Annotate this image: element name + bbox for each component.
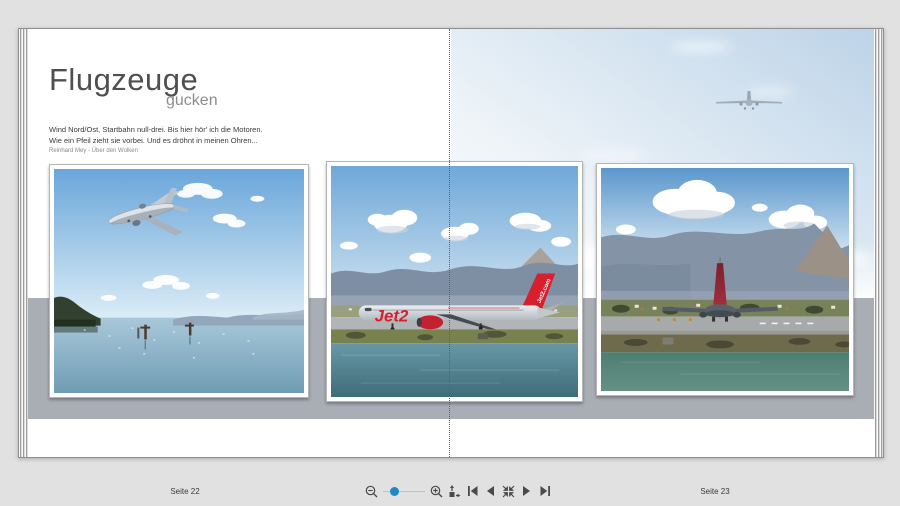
photo-plane-overhead[interactable] [49,164,309,398]
statusbar: Seite 22 Seite 23 [0,478,900,506]
page-subtitle: gucken [166,93,218,109]
previous-page-icon[interactable] [484,485,497,498]
fit-view-icon[interactable] [502,485,515,498]
photobook-editor-window: Flugzeuge gucken Wind Nord/Ost, Startbah… [0,0,900,506]
body-text-block[interactable]: Wind Nord/Ost, Startbahn null-drei. Bis … [49,125,263,155]
zoom-out-icon[interactable] [365,485,378,498]
photo-plane-rear-view[interactable] [596,163,854,396]
zoom-slider-handle[interactable] [390,487,399,496]
approaching-airplane-photo [714,85,784,115]
photo-jet2-on-runway[interactable]: Jet2.com Jet2 [326,161,583,402]
page-title-block[interactable]: Flugzeuge gucken [49,63,218,109]
page-stack-edge-left [19,29,28,457]
zoom-in-icon[interactable] [430,485,443,498]
page-split-guide-line [449,29,450,457]
body-line-1: Wind Nord/Ost, Startbahn null-drei. Bis … [49,125,263,136]
next-page-icon[interactable] [520,485,533,498]
photo-jet2-on-runway-image: Jet2.com Jet2 [331,166,578,397]
page-scale-icon[interactable] [448,485,461,498]
view-toolbar [365,484,551,498]
body-line-2: Wie ein Pfeil zieht sie vorbei. Und es d… [49,136,263,147]
song-attribution: Reinhard Mey - Über den Wolken [49,147,263,155]
left-page-number-label: Seite 22 [155,487,215,496]
page-stack-edge-right [874,29,883,457]
first-page-icon[interactable] [466,485,479,498]
photo-plane-rear-view-image [601,168,849,391]
svg-text:Jet2: Jet2 [375,306,409,325]
book-spread: Flugzeuge gucken Wind Nord/Ost, Startbah… [18,28,884,458]
right-page-number-label: Seite 23 [685,487,745,496]
zoom-slider[interactable] [383,485,425,498]
page-spread-canvas[interactable]: Flugzeuge gucken Wind Nord/Ost, Startbah… [28,29,874,457]
last-page-icon[interactable] [538,485,551,498]
photo-plane-overhead-image [54,169,304,393]
